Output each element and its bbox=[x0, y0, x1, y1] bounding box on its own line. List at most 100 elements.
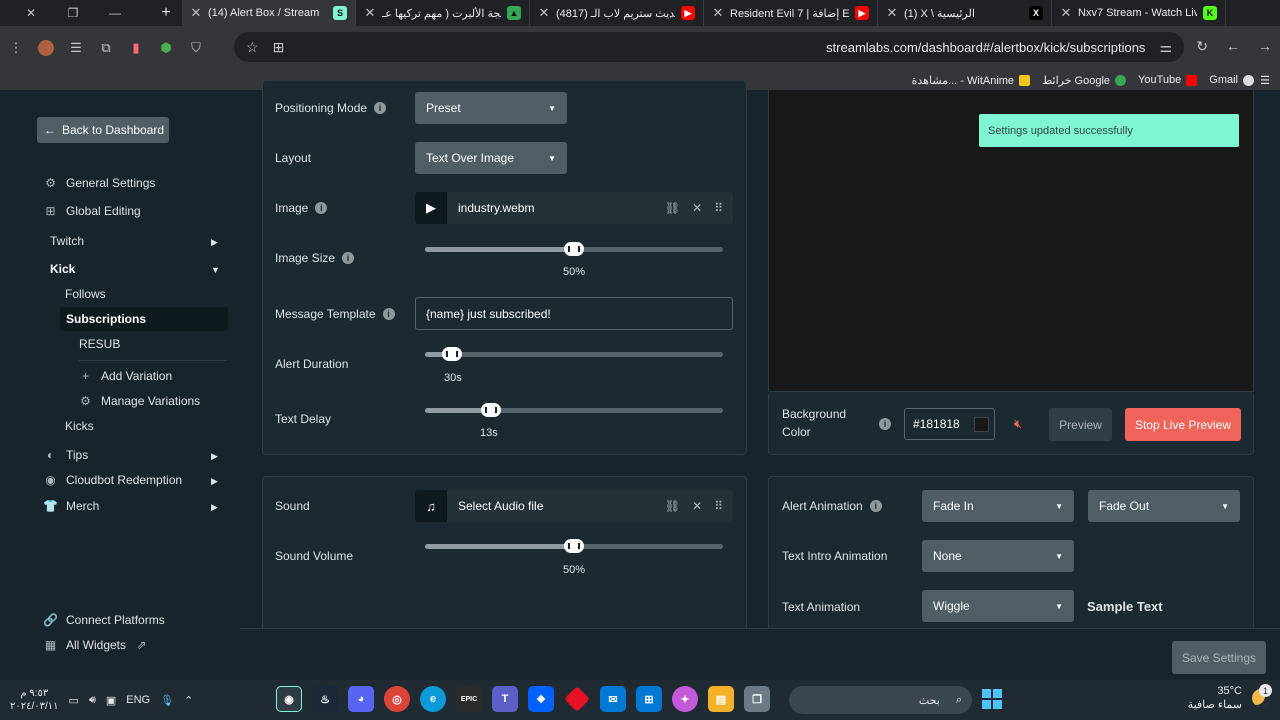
all-widgets-link[interactable]: ▦ All Widgets ⇗ bbox=[44, 638, 148, 652]
image-size-slider[interactable] bbox=[425, 242, 723, 256]
text-delay-slider[interactable] bbox=[425, 403, 723, 417]
windows-start-icon[interactable] bbox=[982, 689, 1002, 709]
library-grid-icon[interactable]: ⠿ bbox=[714, 201, 723, 215]
browser-tab[interactable]: ✕ (4817) تحديث ستريم لاب الـ ▶ bbox=[530, 0, 704, 26]
edge-app-icon[interactable]: e bbox=[420, 686, 446, 712]
clock[interactable]: ٩:٥٣ م ٢٠٢٤/٠٣/١١ bbox=[10, 687, 59, 713]
close-tab-icon[interactable]: ✕ bbox=[886, 5, 898, 21]
streamlabs-app-icon[interactable]: ◉ bbox=[276, 686, 302, 712]
info-icon[interactable]: i bbox=[374, 102, 387, 114]
alert-duration-slider[interactable] bbox=[425, 347, 723, 361]
translate-icon[interactable]: ⊞ bbox=[273, 39, 285, 56]
address-bar[interactable]: ☆ ⊞ streamlabs.com/dashboard#/alertbox/k… bbox=[234, 32, 1184, 62]
epic-games-app-icon[interactable]: EPIC bbox=[456, 686, 482, 712]
manage-variations-button[interactable]: ⚙ Manage Variations bbox=[79, 394, 200, 408]
layout-select[interactable]: Text Over Image ▼ bbox=[415, 142, 567, 174]
reading-list-icon[interactable]: ☰ bbox=[68, 40, 84, 56]
red-app-icon[interactable] bbox=[564, 686, 590, 712]
sidebar-item-resub[interactable]: RESUB bbox=[79, 337, 120, 351]
reload-icon[interactable]: ↻ bbox=[1196, 38, 1208, 55]
extension-avatar-icon[interactable] bbox=[38, 40, 54, 56]
sidebar-item-twitch[interactable]: Twitch bbox=[50, 234, 84, 248]
slider-handle[interactable] bbox=[564, 539, 584, 553]
sidebar-item-general-settings[interactable]: ⚙ General Settings bbox=[44, 176, 155, 190]
teams-app-icon[interactable]: T bbox=[492, 686, 518, 712]
discord-app-icon[interactable]: ◕ bbox=[348, 686, 374, 712]
stop-live-preview-button[interactable]: Stop Live Preview bbox=[1125, 408, 1241, 441]
text-animation-select[interactable]: Wiggle ▼ bbox=[922, 590, 1074, 622]
more-bookmarks-icon[interactable]: ☰ bbox=[1260, 74, 1270, 87]
positioning-mode-select[interactable]: Preset ▼ bbox=[415, 92, 567, 124]
slider-handle[interactable] bbox=[441, 347, 462, 361]
save-settings-button[interactable]: Save Settings bbox=[1172, 641, 1266, 674]
bookmark-gmail[interactable]: Gmail bbox=[1209, 74, 1254, 86]
sidebar-item-subscriptions[interactable]: Subscriptions bbox=[60, 307, 228, 331]
back-to-dashboard-button[interactable]: ← Back to Dashboard bbox=[37, 117, 169, 143]
sidebar-item-cloudbot[interactable]: ◉ Cloudbot Redemption bbox=[44, 473, 182, 487]
mute-icon[interactable]: 🔇︎ bbox=[1014, 416, 1022, 432]
library-grid-icon[interactable]: ⠿ bbox=[714, 499, 723, 513]
sidebar-item-kick[interactable]: Kick bbox=[50, 262, 75, 276]
back-arrow-icon[interactable]: ← bbox=[1226, 38, 1240, 55]
info-icon[interactable]: i bbox=[315, 202, 328, 214]
clear-icon[interactable]: ✕ bbox=[692, 201, 702, 215]
chevron-right-icon[interactable]: ▶ bbox=[211, 502, 218, 513]
forward-arrow-icon[interactable]: → bbox=[1258, 38, 1272, 55]
site-settings-icon[interactable]: ⚌ bbox=[1159, 39, 1172, 56]
link-icon[interactable]: ⛓ bbox=[665, 201, 680, 215]
chevron-right-icon[interactable]: ▶ bbox=[211, 451, 218, 462]
shield-icon[interactable]: ⛉ bbox=[188, 40, 204, 56]
slider-handle[interactable] bbox=[480, 403, 501, 417]
bookmark-youtube[interactable]: YouTube bbox=[1138, 74, 1198, 86]
alert-animation-out-select[interactable]: Fade Out ▼ bbox=[1088, 490, 1240, 522]
slider-handle[interactable] bbox=[564, 242, 584, 256]
background-color-input[interactable]: #181818 bbox=[904, 408, 995, 440]
chevron-right-icon[interactable]: ▶ bbox=[211, 237, 218, 248]
sidebar-item-kicks[interactable]: Kicks bbox=[65, 419, 94, 433]
sound-file-picker[interactable]: ♫ Select Audio file ⛓ ✕ ⠿ bbox=[415, 490, 733, 522]
info-icon[interactable]: i bbox=[869, 500, 882, 512]
close-window-icon[interactable]: ✕ bbox=[10, 6, 52, 20]
extension-shield-green-icon[interactable]: ⬢ bbox=[158, 40, 174, 56]
text-intro-animation-select[interactable]: None ▼ bbox=[922, 540, 1074, 572]
browser-tab[interactable]: ✕ Nxv7 Stream - Watch Live K bbox=[1052, 0, 1226, 26]
chevron-down-icon[interactable]: ▼ bbox=[211, 265, 220, 275]
close-tab-icon[interactable]: ✕ bbox=[190, 5, 202, 21]
close-tab-icon[interactable]: ✕ bbox=[364, 5, 376, 21]
bookmark-star-icon[interactable]: ☆ bbox=[246, 39, 259, 56]
info-icon[interactable]: i bbox=[382, 308, 395, 320]
weather-widget[interactable]: 35°C سماء صافية 1 bbox=[1188, 684, 1272, 712]
browser-tab[interactable]: ✕ برمجة الأليرت ( مهم تركيها عـ ▲ bbox=[356, 0, 530, 26]
new-tab-button[interactable]: + bbox=[150, 4, 182, 22]
restore-window-icon[interactable]: ❐ bbox=[52, 6, 94, 20]
sidebar-item-follows[interactable]: Follows bbox=[65, 287, 106, 301]
file-explorer-app-icon[interactable]: ▤ bbox=[708, 686, 734, 712]
battery-icon[interactable]: ▭ bbox=[69, 694, 79, 707]
color-swatch[interactable] bbox=[974, 417, 989, 432]
url-text[interactable]: streamlabs.com/dashboard#/alertbox/kick/… bbox=[826, 40, 1145, 55]
extension-tag-icon[interactable]: ▮ bbox=[128, 40, 144, 56]
taskbar-search[interactable]: بحث ⌕ bbox=[789, 686, 972, 714]
extensions-puzzle-icon[interactable]: ⧉ bbox=[98, 40, 114, 56]
sidebar-item-global-editing[interactable]: ⊞ Global Editing bbox=[44, 204, 140, 218]
add-variation-button[interactable]: + Add Variation bbox=[79, 369, 172, 383]
link-icon[interactable]: ⛓ bbox=[665, 499, 680, 513]
close-tab-icon[interactable]: ✕ bbox=[538, 5, 550, 21]
message-template-input[interactable]: {name} just subscribed! bbox=[415, 297, 733, 330]
image-file-picker[interactable]: ▶ industry.webm ⛓ ✕ ⠿ bbox=[415, 192, 733, 224]
steam-app-icon[interactable]: ♨ bbox=[312, 686, 338, 712]
info-icon[interactable]: i bbox=[879, 418, 891, 430]
info-icon[interactable]: i bbox=[342, 252, 355, 264]
close-tab-icon[interactable]: ✕ bbox=[712, 5, 724, 21]
browser-tab[interactable]: ✕ (1) X \ الرئيسية X bbox=[878, 0, 1052, 26]
store-app-icon[interactable]: ⊞ bbox=[636, 686, 662, 712]
clear-icon[interactable]: ✕ bbox=[692, 499, 702, 513]
alert-animation-in-select[interactable]: Fade In ▼ bbox=[922, 490, 1074, 522]
notification-badge[interactable]: 1 bbox=[1259, 684, 1272, 697]
bookmark-google-maps[interactable]: خرائط Google bbox=[1042, 74, 1127, 87]
copilot-app-icon[interactable]: ✦ bbox=[672, 686, 698, 712]
sidebar-item-merch[interactable]: 👕 Merch bbox=[43, 499, 99, 513]
browser-tab[interactable]: ✕ Resident Evil 7 | إضافة End ▶ bbox=[704, 0, 878, 26]
volume-icon[interactable]: 🔊︎ bbox=[89, 694, 96, 707]
network-icon[interactable]: ▣ bbox=[106, 694, 116, 707]
